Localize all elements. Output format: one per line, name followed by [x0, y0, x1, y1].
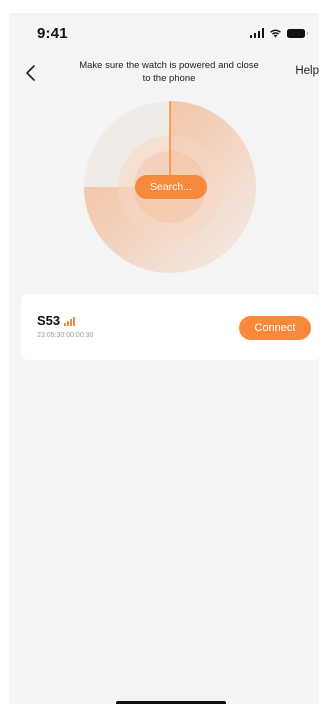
help-link[interactable]: Help [295, 65, 319, 77]
instruction-text: Make sure the watch is powered and close… [79, 60, 259, 84]
device-mac-address: 23:05:30:00:00:30 [37, 332, 94, 339]
app-screen: 9:41 Make sure the watch is powered and … [9, 13, 319, 704]
status-icons [249, 28, 308, 38]
status-time: 9:41 [37, 25, 68, 42]
connect-button[interactable]: Connect [239, 316, 311, 340]
device-name-row: S53 [37, 313, 76, 328]
signal-icon [249, 28, 264, 38]
device-name: S53 [37, 313, 61, 328]
signal-strength-icon [64, 317, 76, 326]
battery-icon [287, 28, 308, 38]
chevron-left-icon [26, 65, 35, 81]
wifi-icon [270, 29, 281, 38]
search-button[interactable]: Search... [135, 175, 207, 199]
back-button[interactable] [23, 63, 39, 83]
device-list-item[interactable]: S53 23:05:30:00:00:30 Connect [21, 294, 319, 360]
